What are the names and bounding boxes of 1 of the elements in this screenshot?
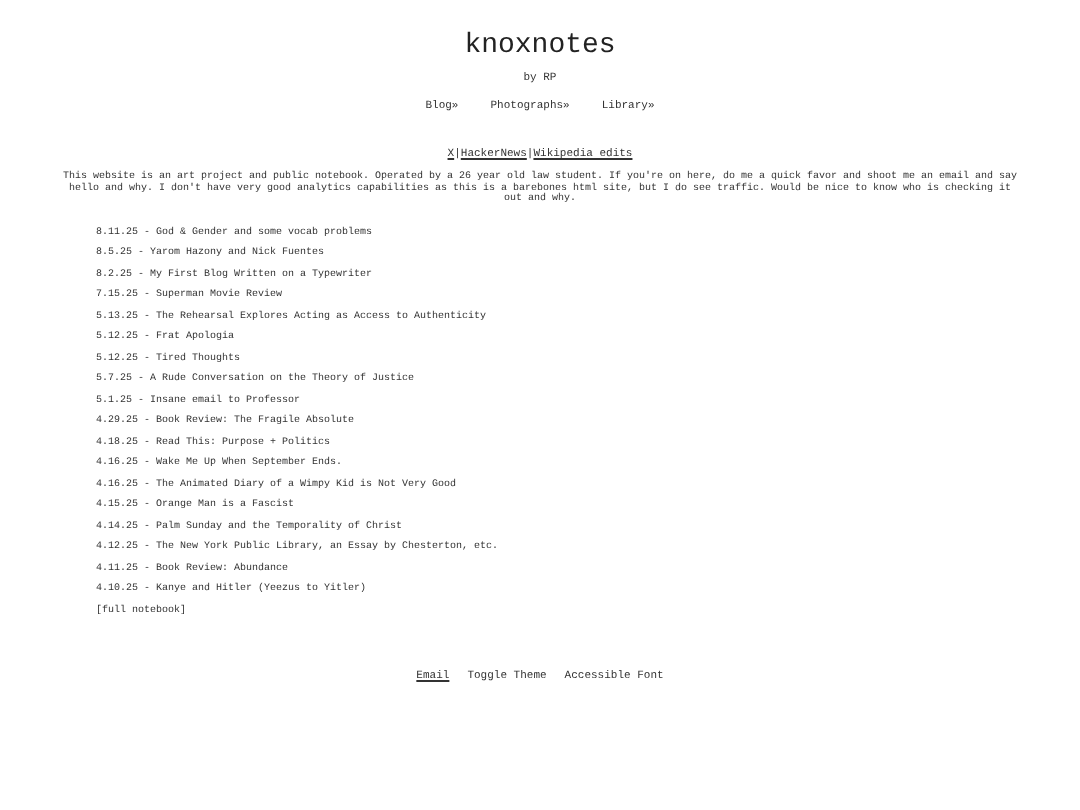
site-title: knoxnotes xyxy=(464,30,616,64)
